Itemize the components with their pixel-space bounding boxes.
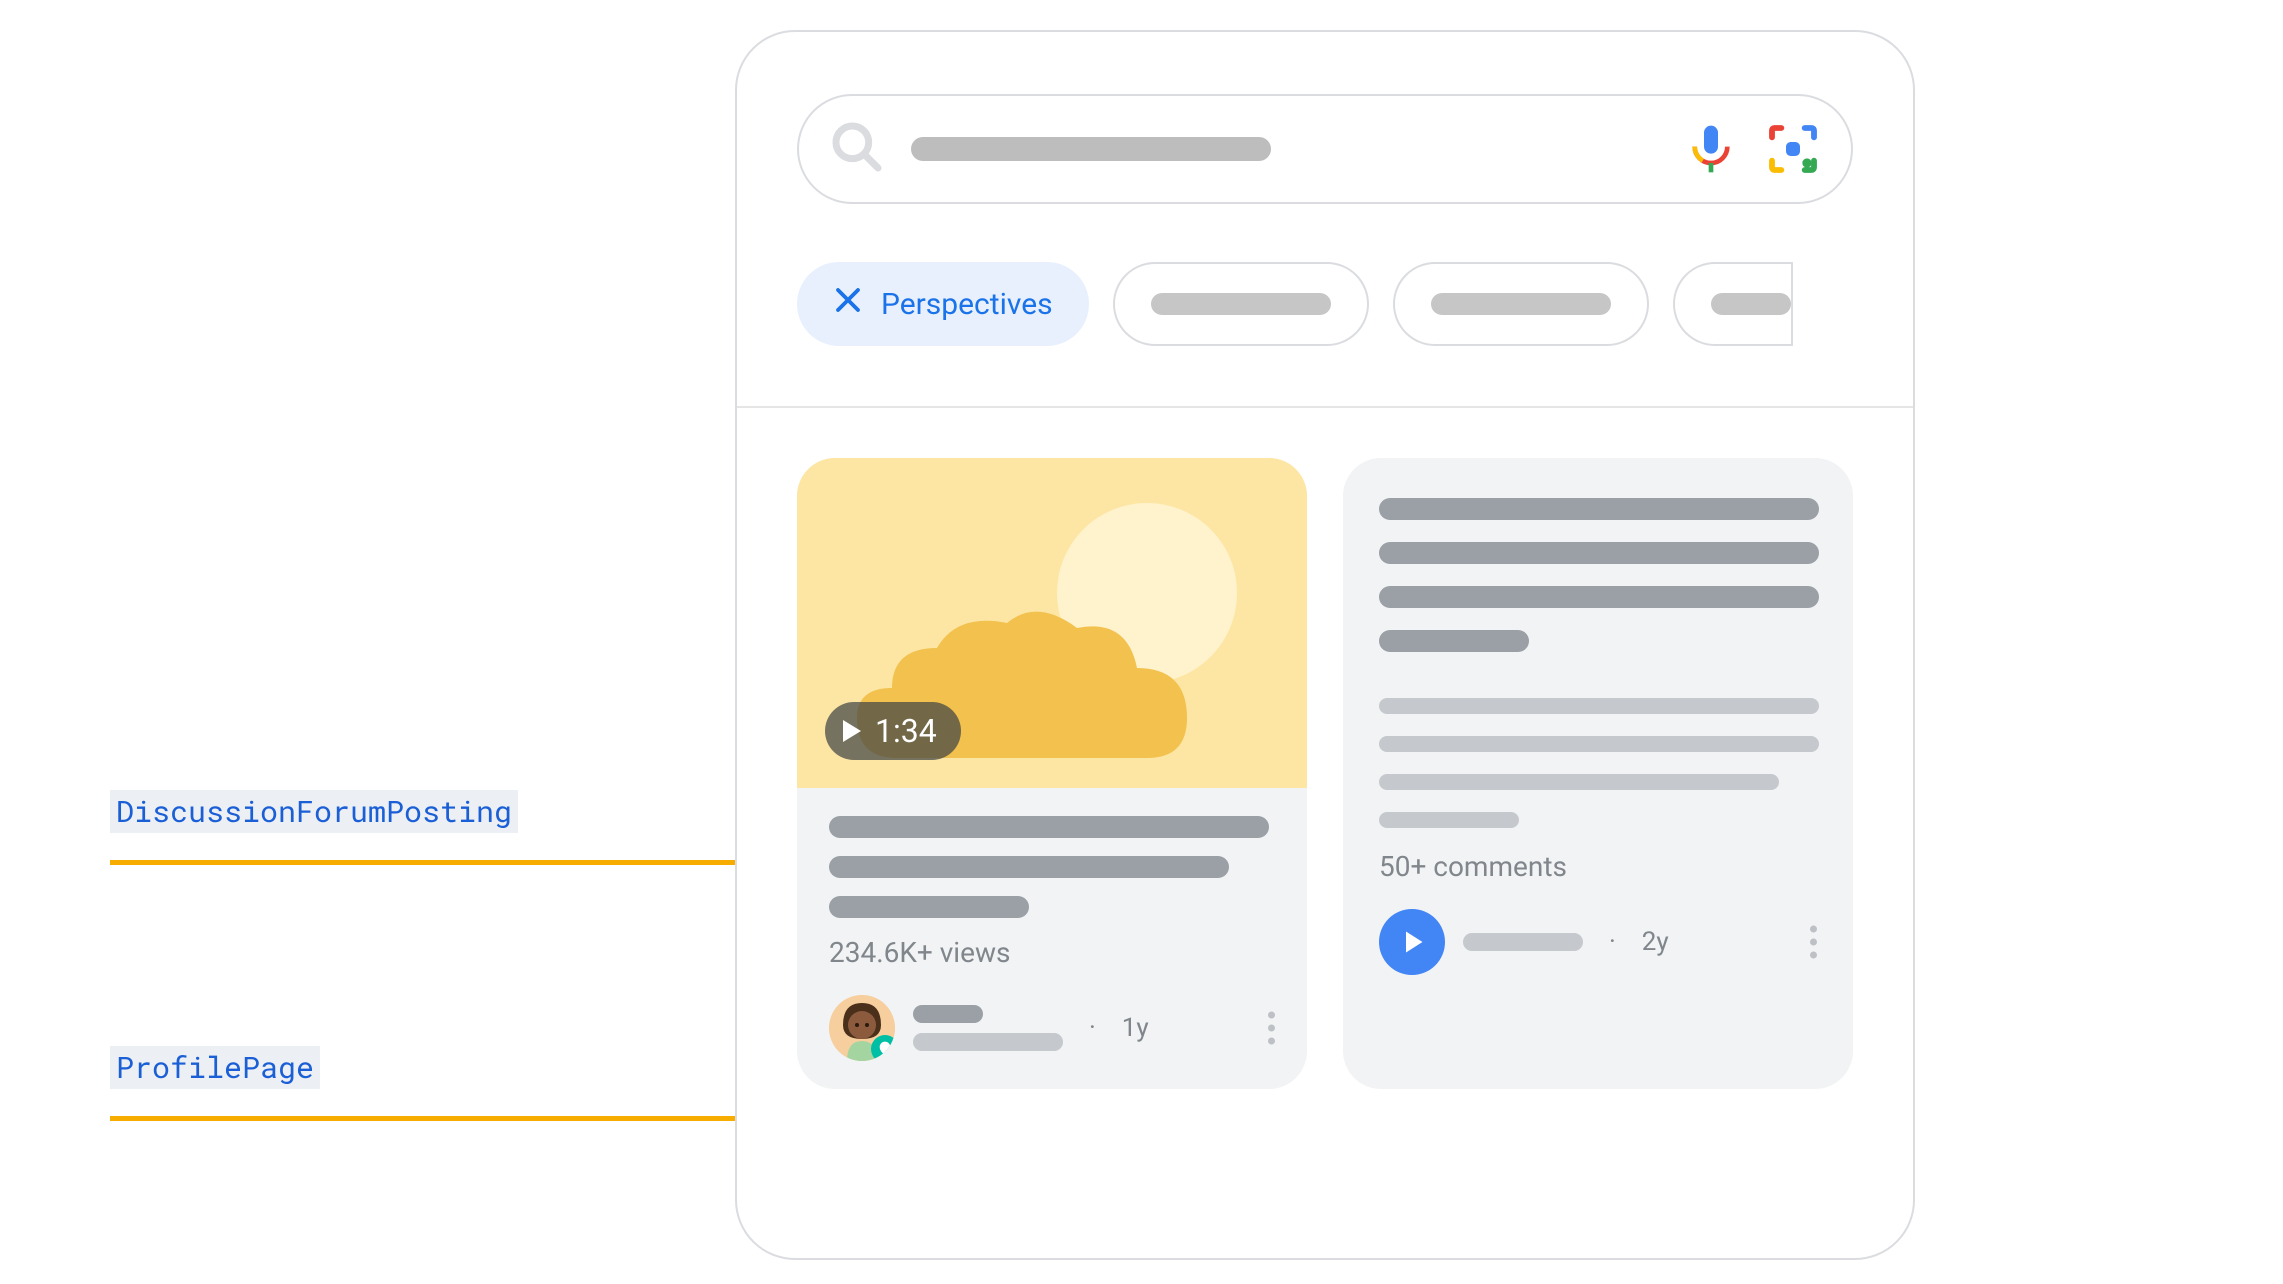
overflow-menu-icon[interactable]: [1268, 1012, 1275, 1045]
author-row: · 1y: [829, 995, 1275, 1061]
video-duration: 1:34: [875, 712, 937, 750]
title-placeholder-line: [829, 896, 1029, 918]
title-placeholder-line: [1379, 498, 1819, 520]
video-result-card[interactable]: 1:34 234.6K+ views: [797, 458, 1307, 1089]
source-name-lines: [1463, 933, 1583, 951]
annotation-profile-page: ProfilePage: [110, 1046, 320, 1095]
source-avatar[interactable]: [1379, 909, 1445, 975]
close-icon: [833, 285, 863, 323]
body-placeholder-line: [1379, 812, 1519, 828]
video-duration-pill: 1:34: [825, 702, 961, 760]
chip-label: Perspectives: [881, 287, 1053, 322]
author-name-placeholder: [913, 1005, 983, 1023]
title-placeholder-line: [829, 816, 1269, 838]
body-placeholder-line: [1379, 774, 1779, 790]
result-cards-row: 1:34 234.6K+ views: [797, 458, 1853, 1089]
search-bar[interactable]: [797, 94, 1853, 204]
mic-icon[interactable]: [1683, 121, 1739, 177]
author-handle-placeholder: [913, 1033, 1063, 1051]
body-placeholder-line: [1379, 698, 1819, 714]
annotation-label: DiscussionForumPosting: [110, 790, 518, 833]
video-age: 1y: [1122, 1013, 1149, 1043]
author-avatar[interactable]: [829, 995, 895, 1061]
author-name-lines: [913, 1005, 1063, 1051]
dot-separator: ·: [1609, 927, 1616, 957]
video-views: 234.6K+ views: [829, 936, 1275, 969]
chip-placeholder-3[interactable]: [1673, 262, 1793, 346]
lens-icon[interactable]: [1765, 121, 1821, 177]
forum-result-card[interactable]: 50+ comments · 2y: [1343, 458, 1853, 1089]
play-icon: [843, 720, 861, 742]
annotation-discussion-forum-posting: DiscussionForumPosting: [110, 790, 518, 839]
search-query-placeholder: [911, 137, 1271, 161]
chip-placeholder-bar: [1431, 293, 1611, 315]
title-placeholder-line: [829, 856, 1229, 878]
source-name-placeholder: [1463, 933, 1583, 951]
chip-placeholder-bar: [1151, 293, 1331, 315]
chip-placeholder-1[interactable]: [1113, 262, 1369, 346]
title-placeholder-line: [1379, 586, 1819, 608]
body-placeholder-line: [1379, 736, 1819, 752]
annotation-label: ProfilePage: [110, 1046, 320, 1089]
chip-placeholder-bar: [1711, 293, 1791, 315]
author-row: · 2y: [1379, 909, 1817, 975]
verified-badge-icon: [871, 1035, 895, 1061]
title-placeholder-line: [1379, 630, 1529, 652]
divider: [737, 406, 1913, 408]
search-icon: [829, 119, 885, 179]
video-thumbnail: 1:34: [797, 458, 1307, 788]
forum-card-body: 50+ comments · 2y: [1343, 458, 1853, 1003]
chip-perspectives[interactable]: Perspectives: [797, 262, 1089, 346]
overflow-menu-icon[interactable]: [1810, 926, 1817, 959]
dot-separator: ·: [1089, 1013, 1096, 1043]
forum-comments: 50+ comments: [1379, 850, 1817, 883]
forum-age: 2y: [1642, 927, 1669, 957]
title-placeholder-line: [1379, 542, 1819, 564]
video-card-body: 234.6K+ views: [797, 788, 1307, 1089]
filter-chips-row: Perspectives: [797, 262, 1913, 346]
device-mockup: Perspectives 1:34: [735, 30, 1915, 1260]
chip-placeholder-2[interactable]: [1393, 262, 1649, 346]
